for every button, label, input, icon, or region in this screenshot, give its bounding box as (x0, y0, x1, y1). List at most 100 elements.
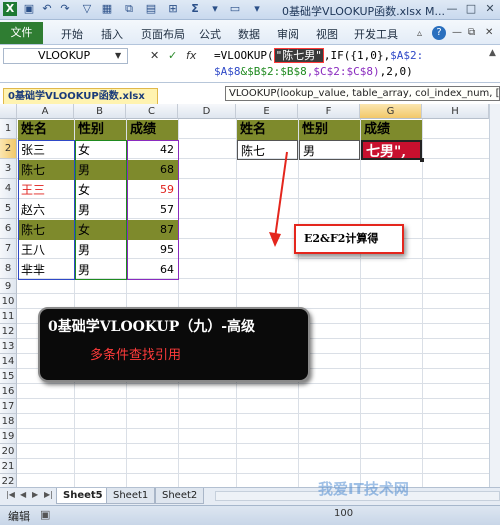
tab-home[interactable]: 开始 (61, 26, 83, 42)
close-button[interactable]: ✕ (480, 1, 500, 17)
excel-app-icon[interactable]: X (3, 2, 17, 16)
row-header[interactable]: 19 (0, 429, 17, 444)
column-header-c[interactable]: C (126, 104, 178, 119)
macro-record-icon[interactable]: ▣ (40, 508, 50, 521)
sheet-tab-sheet2[interactable]: Sheet2 (155, 488, 205, 504)
table-header-score[interactable]: 成绩 (127, 120, 178, 140)
enter-icon[interactable]: ✓ (168, 49, 177, 62)
lookup-header-name[interactable]: 姓名 (237, 120, 298, 140)
status-mode: 编辑 (8, 510, 30, 523)
row-header[interactable]: 17 (0, 399, 17, 414)
name-box-dropdown-icon[interactable]: ▼ (115, 51, 121, 60)
collapse-ribbon-icon[interactable]: ▵ (417, 28, 422, 39)
row-header[interactable]: 7 (0, 239, 17, 259)
status-bar (0, 505, 500, 525)
new-sheet-icon[interactable]: ▭ (228, 2, 242, 16)
range-highlight-c (127, 140, 179, 280)
row-header[interactable]: 16 (0, 384, 17, 399)
prev-sheet-icon[interactable]: ◀ (20, 490, 26, 499)
range-highlight-a (18, 140, 75, 280)
insert-function-icon[interactable]: fx (186, 49, 196, 62)
window-title: 0基础学VLOOKUP函数.xlsx M... (282, 5, 445, 18)
redo-icon[interactable]: ↷ (58, 2, 72, 16)
row-header[interactable]: 12 (0, 324, 17, 339)
cancel-icon[interactable]: ✕ (150, 49, 159, 62)
row-header[interactable]: 8 (0, 259, 17, 279)
column-header-f[interactable]: F (298, 104, 360, 119)
tab-insert[interactable]: 插入 (101, 26, 123, 42)
column-header-b[interactable]: B (74, 104, 126, 119)
row-header[interactable]: 4 (0, 179, 17, 199)
banner-subtitle: 多条件查找引用 (90, 348, 182, 363)
row-header[interactable]: 2 (0, 139, 17, 159)
preview-icon[interactable]: ▤ (144, 2, 158, 16)
filter-icon[interactable]: ▽ (80, 2, 94, 16)
gridline (298, 119, 299, 487)
row-header[interactable]: 13 (0, 339, 17, 354)
name-box[interactable]: VLOOKUP (3, 48, 128, 64)
qat-more-icon[interactable]: ▾ (250, 2, 264, 16)
row-header[interactable]: 9 (0, 279, 17, 294)
help-icon[interactable]: ? (432, 26, 446, 40)
lookup-header-result[interactable]: 成绩 (361, 120, 422, 140)
copy-icon[interactable]: ⧉ (122, 2, 136, 16)
row-header[interactable]: 15 (0, 369, 17, 384)
customize-qat-icon[interactable]: ▾ (208, 2, 222, 16)
tab-developer[interactable]: 开发工具 (354, 26, 398, 42)
insert-icon[interactable]: ⊞ (166, 2, 180, 16)
watermark-logo: 我爱IT技术网 (318, 480, 409, 498)
first-sheet-icon[interactable]: |◀ (6, 490, 15, 499)
autosum-icon[interactable]: Σ (188, 2, 202, 16)
column-header-h[interactable]: H (422, 104, 489, 119)
row-header[interactable]: 21 (0, 459, 17, 474)
tab-view[interactable]: 视图 (316, 26, 338, 42)
banner-title: 0基础学VLOOKUP（九）-高级 (48, 319, 256, 335)
window-restore-icon[interactable]: ⧉ (468, 27, 475, 38)
data-validation-icon[interactable]: ▦ (100, 2, 114, 16)
column-header-e[interactable]: E (236, 104, 298, 119)
row-header[interactable]: 20 (0, 444, 17, 459)
last-sheet-icon[interactable]: ▶| (44, 490, 53, 499)
gridline (360, 119, 361, 487)
annotation-arrow (269, 151, 288, 247)
row-header[interactable]: 3 (0, 159, 17, 179)
row-header[interactable]: 18 (0, 414, 17, 429)
workbook-tab[interactable]: 0基础学VLOOKUP函数.xlsx (3, 88, 158, 105)
sheet-tab-sheet5[interactable]: Sheet5 (56, 488, 110, 504)
row-header[interactable]: 1 (0, 119, 17, 139)
row-header[interactable]: 11 (0, 309, 17, 324)
zoom-level[interactable]: 100 (334, 508, 353, 519)
window-minimize-icon[interactable]: — (452, 27, 462, 38)
fill-handle[interactable] (420, 158, 424, 162)
maximize-button[interactable]: □ (461, 1, 481, 17)
tab-formulas[interactable]: 公式 (199, 26, 221, 42)
file-tab[interactable]: 文件 (0, 22, 43, 44)
lookup-gender-cell[interactable]: 男 (299, 140, 360, 160)
minimize-button[interactable]: — (442, 1, 462, 17)
active-cell-g2[interactable]: 七男", (361, 140, 422, 160)
row-header[interactable]: 10 (0, 294, 17, 309)
tab-review[interactable]: 审阅 (277, 26, 299, 42)
table-header-gender[interactable]: 性别 (75, 120, 126, 140)
next-sheet-icon[interactable]: ▶ (32, 490, 38, 499)
lookup-header-gender[interactable]: 性别 (299, 120, 360, 140)
row-header[interactable]: 14 (0, 354, 17, 369)
vertical-scrollbar[interactable] (489, 104, 500, 487)
undo-icon[interactable]: ↶ (40, 2, 54, 16)
formula-bar-expand-icon[interactable]: ▲ (489, 48, 496, 58)
tab-page-layout[interactable]: 页面布局 (141, 26, 185, 42)
gridline (17, 458, 500, 459)
table-header-name[interactable]: 姓名 (18, 120, 74, 140)
row-header[interactable]: 6 (0, 219, 17, 239)
sheet-tab-sheet1[interactable]: Sheet1 (106, 488, 156, 504)
save-icon[interactable]: ▣ (22, 2, 36, 16)
column-header-d[interactable]: D (178, 104, 236, 119)
column-header-g[interactable]: G (360, 104, 422, 119)
gridline (17, 383, 500, 384)
tab-data[interactable]: 数据 (238, 26, 260, 42)
row-header[interactable]: 5 (0, 199, 17, 219)
window-close-icon[interactable]: ✕ (485, 27, 493, 38)
column-header-a[interactable]: A (17, 104, 74, 119)
formula-input[interactable]: =VLOOKUP("陈七男" ,IF({1,0},$A$2: $A$8&$B$2:… (214, 48, 490, 80)
select-all-corner[interactable] (0, 104, 17, 119)
